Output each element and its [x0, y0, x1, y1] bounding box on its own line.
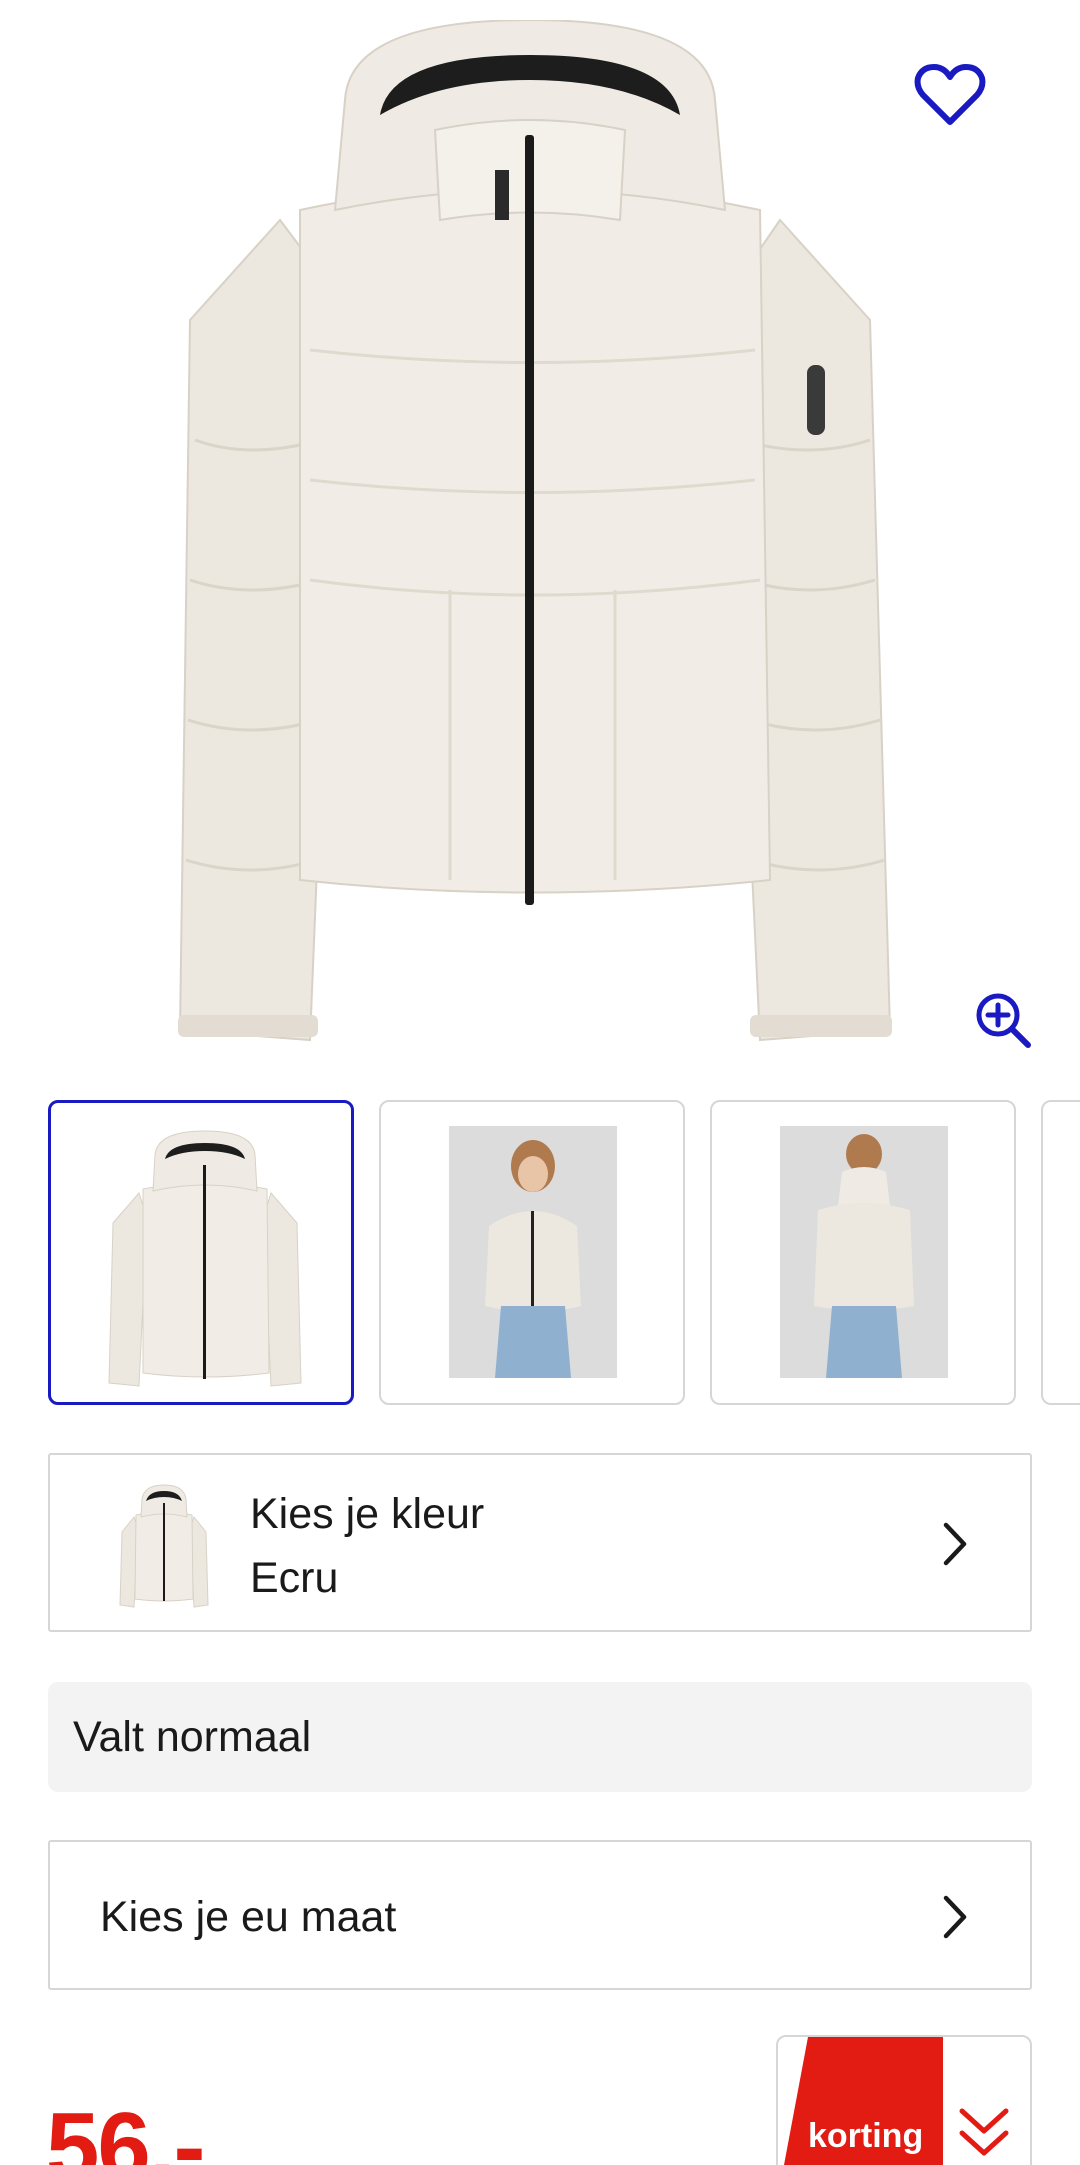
color-swatch-image [119, 1484, 209, 1608]
thumbnail-front[interactable] [48, 1100, 354, 1405]
thumbnail-jacket-image [108, 1130, 302, 1387]
model-front-photo [449, 1126, 617, 1378]
chevron-right-icon [943, 1895, 967, 1939]
zoom-button[interactable] [968, 985, 1038, 1055]
chevron-right-icon [943, 1522, 967, 1566]
favorite-button[interactable] [910, 55, 990, 135]
zoom-in-icon [976, 993, 1031, 1048]
jacket-illustration [178, 20, 892, 1042]
size-selector[interactable]: Kies je eu maat [48, 1840, 1032, 1990]
fit-info: Valt normaal [48, 1682, 1032, 1792]
product-image[interactable] [0, 0, 1080, 1070]
heart-icon [914, 64, 986, 125]
model-back-image [780, 1126, 948, 1378]
thumbnail-next[interactable] [1041, 1100, 1080, 1405]
model-back-photo [780, 1126, 948, 1378]
thumbnail-model-front[interactable] [379, 1100, 685, 1405]
color-value: Ecru [250, 1554, 339, 1602]
fit-label: Valt normaal [73, 1713, 312, 1761]
thumbnail-model-back[interactable] [710, 1100, 1016, 1405]
discount-label: korting [808, 2117, 924, 2155]
price: 56,- [46, 2093, 205, 2165]
size-label: Kies je eu maat [100, 1893, 397, 1941]
double-chevron-down-icon [959, 2108, 1009, 2156]
color-label: Kies je kleur [250, 1490, 485, 1538]
thumbnail-strip [0, 1100, 1080, 1405]
model-front-image [449, 1126, 617, 1378]
color-selector[interactable]: Kies je kleur Ecru [48, 1453, 1032, 1632]
discount-badge[interactable]: korting [776, 2035, 1032, 2165]
